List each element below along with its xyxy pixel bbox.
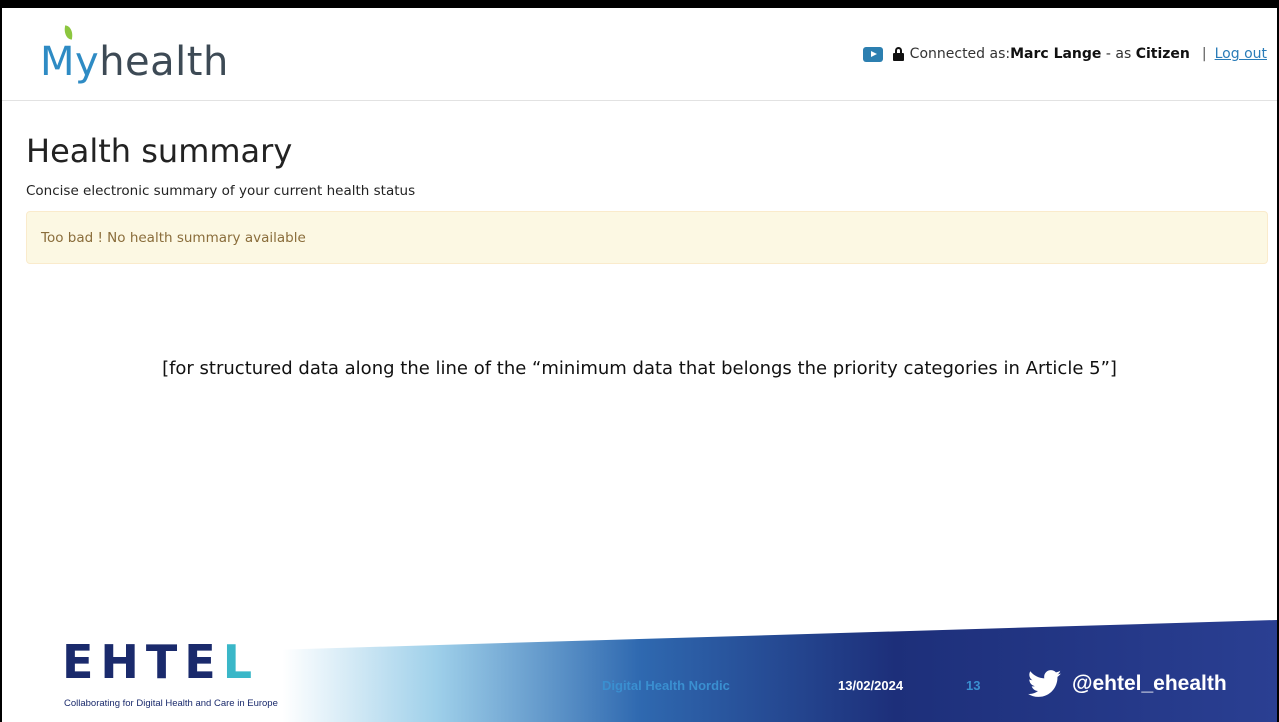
ehtel-tagline: Collaborating for Digital Health and Car… bbox=[64, 698, 278, 709]
page-title: Health summary bbox=[26, 132, 293, 170]
connected-label: Connected as: bbox=[909, 46, 1011, 62]
footer-twitter: @ehtel_ehealth bbox=[1028, 670, 1227, 698]
logout-link[interactable]: Log out bbox=[1215, 46, 1267, 62]
page-subtitle: Concise electronic summary of your curre… bbox=[26, 183, 416, 199]
footer-event: Digital Health Nordic bbox=[602, 678, 730, 693]
user-bar: Connected as: Marc Lange - as Citizen | … bbox=[862, 46, 1267, 62]
slide: Myhealth Connected as: Marc Lange - as C… bbox=[0, 0, 1279, 722]
footer-page-number: 13 bbox=[966, 678, 981, 693]
ehtel-logo-l: L bbox=[222, 635, 260, 689]
twitter-handle[interactable]: @ehtel_ehealth bbox=[1072, 672, 1227, 696]
logo-my: My bbox=[40, 39, 100, 85]
ehtel-logo-letters: EHTE bbox=[62, 635, 223, 689]
ehtel-logo: EHTEL Collaborating for Digital Health a… bbox=[62, 635, 278, 716]
user-name: Marc Lange bbox=[1010, 46, 1102, 62]
slide-annotation: [for structured data along the line of t… bbox=[162, 358, 1117, 379]
lock-icon bbox=[892, 47, 904, 61]
as-label: - as bbox=[1101, 46, 1136, 62]
youtube-icon[interactable] bbox=[862, 46, 883, 62]
app-header: Myhealth Connected as: Marc Lange - as C… bbox=[2, 8, 1277, 101]
user-role: Citizen bbox=[1135, 46, 1190, 62]
logo-health: health bbox=[99, 39, 229, 85]
alert-text: Too bad ! No health summary available bbox=[41, 230, 306, 246]
footer-date: 13/02/2024 bbox=[838, 678, 904, 693]
footer-band: EHTEL Collaborating for Digital Health a… bbox=[2, 608, 1277, 722]
twitter-icon bbox=[1028, 670, 1062, 697]
separator: | bbox=[1201, 46, 1207, 62]
no-summary-alert: Too bad ! No health summary available bbox=[26, 211, 1268, 264]
myhealth-logo[interactable]: Myhealth bbox=[40, 25, 230, 86]
